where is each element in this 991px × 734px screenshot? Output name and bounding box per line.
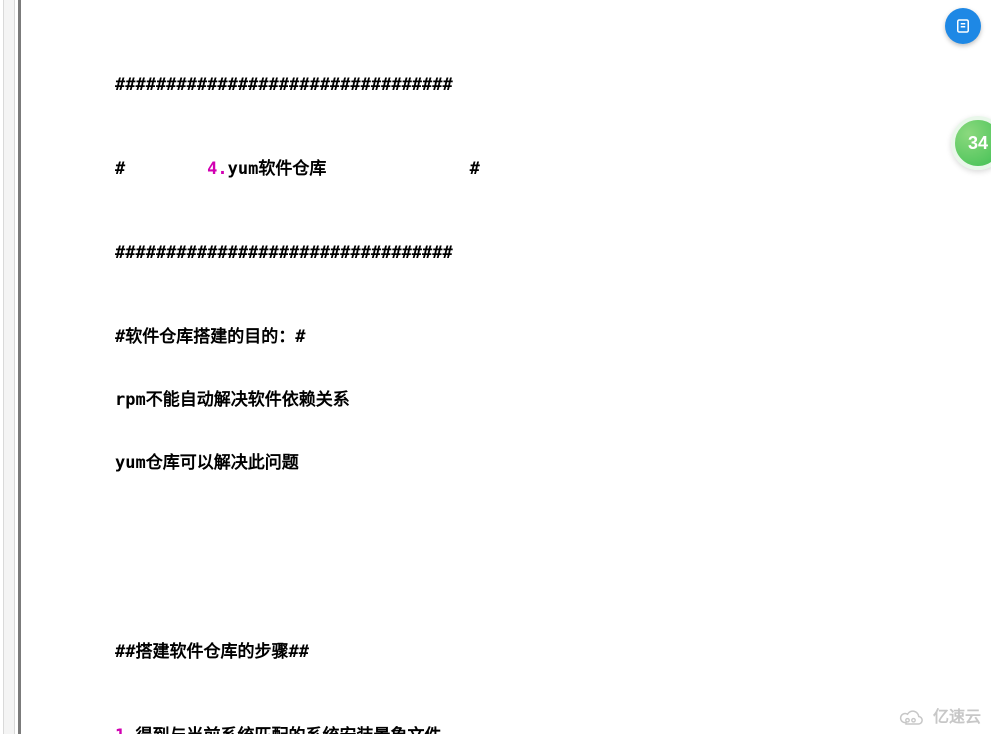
note-icon: [954, 17, 972, 35]
left-scrollbar[interactable]: [3, 0, 15, 734]
hash-border-bottom: #################################: [115, 243, 875, 264]
cloud-icon: [897, 709, 927, 727]
watermark: 亿速云: [897, 707, 981, 728]
purpose-line-1: rpm不能自动解决软件依赖关系: [115, 390, 875, 411]
content-left-edge: [0, 0, 21, 734]
score-value: 34: [968, 133, 988, 154]
purpose-header: #软件仓库搭建的目的：#: [115, 327, 875, 348]
watermark-text: 亿速云: [933, 707, 981, 728]
title-line: # 4.yum软件仓库 #: [115, 159, 875, 180]
steps-header: ##搭建软件仓库的步骤##: [115, 642, 875, 663]
hash-border-top: #################################: [115, 75, 875, 96]
note-fab[interactable]: [945, 8, 981, 44]
document-content: ################################# # 4.yu…: [115, 12, 875, 734]
step-1: 1.得到与当前系统匹配的系统安装景象文件: [115, 726, 875, 734]
section-number: 4.: [207, 159, 227, 179]
purpose-line-2: yum仓库可以解决此问题: [115, 453, 875, 474]
score-badge[interactable]: 34: [951, 116, 991, 170]
